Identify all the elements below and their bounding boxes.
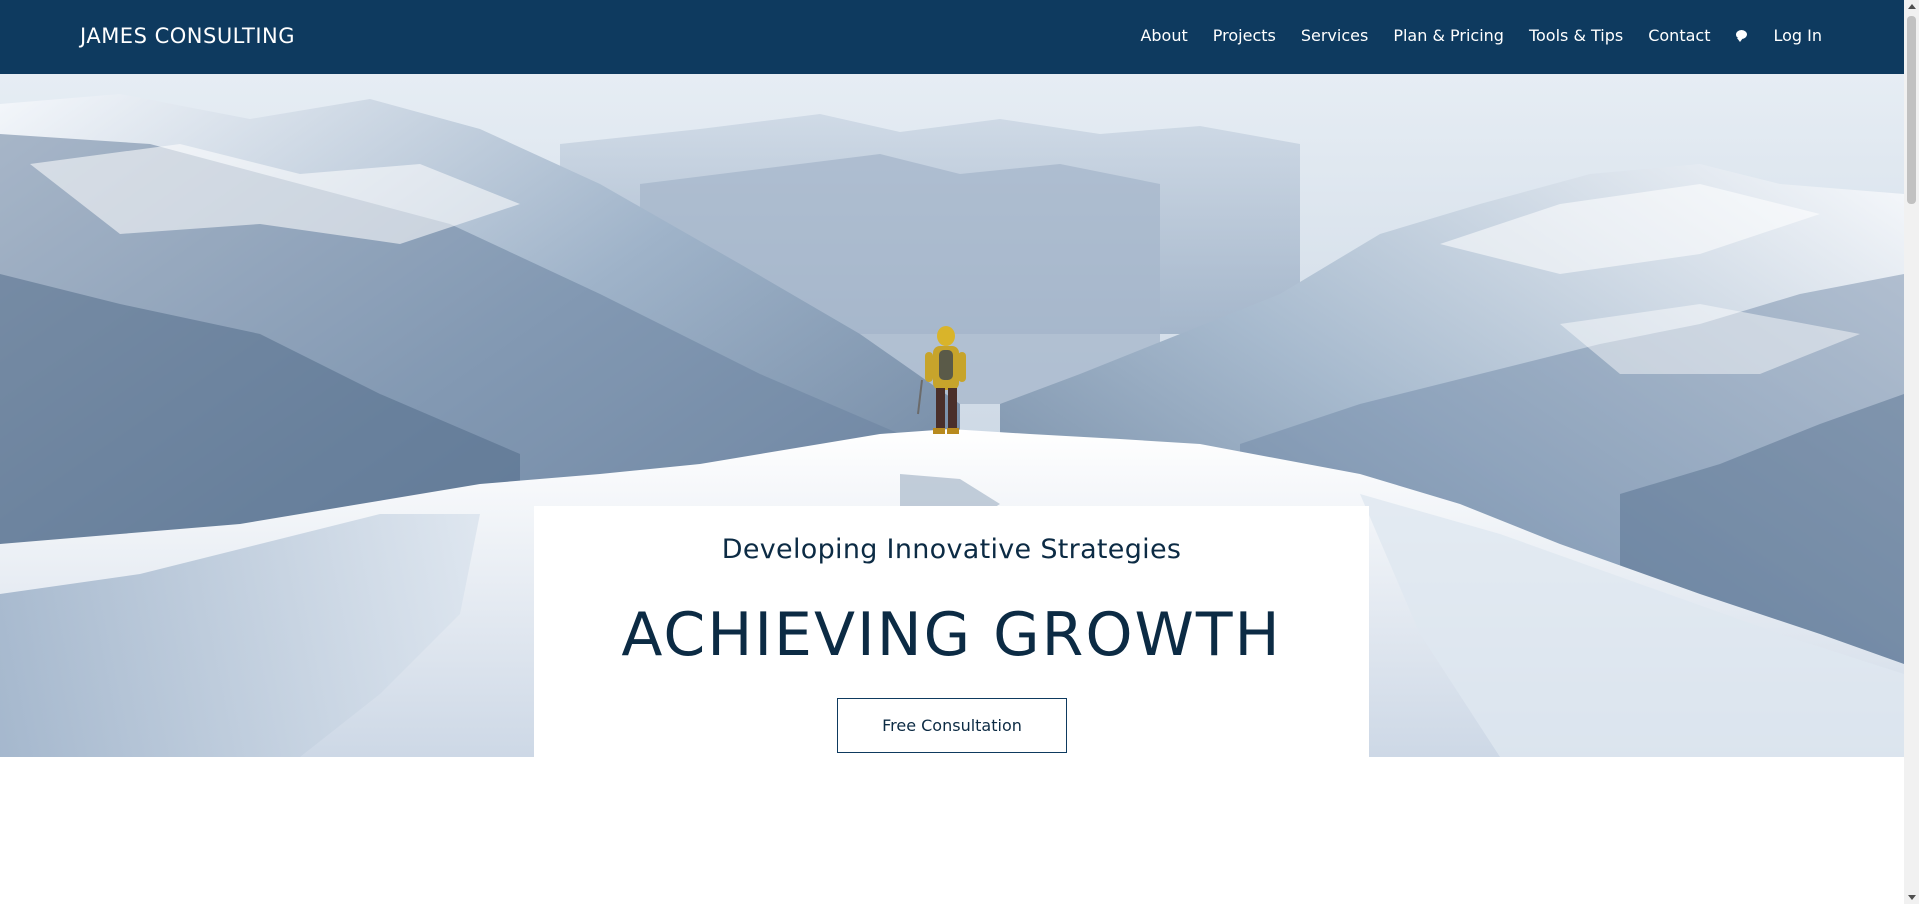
site-logo[interactable]: JAMES CONSULTING: [80, 24, 295, 48]
hero-subtitle: Developing Innovative Strategies: [721, 534, 1182, 565]
nav-contact[interactable]: Contact: [1648, 26, 1710, 45]
chat-bubble-icon[interactable]: [1735, 29, 1748, 42]
nav-services[interactable]: Services: [1301, 26, 1368, 45]
site-header: JAMES CONSULTING About Projects Services…: [0, 0, 1904, 74]
scroll-thumb[interactable]: [1907, 16, 1916, 204]
hero-section: Developing Innovative Strategies ACHIEVI…: [0, 74, 1904, 757]
free-consultation-button[interactable]: Free Consultation: [837, 698, 1067, 753]
page-scrollbar[interactable]: [1904, 0, 1919, 904]
scroll-up-icon[interactable]: [1908, 4, 1916, 9]
login-link[interactable]: Log In: [1773, 26, 1822, 45]
nav-plan-pricing[interactable]: Plan & Pricing: [1393, 26, 1504, 45]
main-nav: About Projects Services Plan & Pricing T…: [1140, 26, 1822, 45]
hero-card: Developing Innovative Strategies ACHIEVI…: [534, 506, 1369, 757]
hero-headline: ACHIEVING GROWTH: [621, 600, 1282, 670]
page: JAMES CONSULTING About Projects Services…: [0, 0, 1919, 904]
nav-tools-tips[interactable]: Tools & Tips: [1529, 26, 1623, 45]
scroll-down-icon[interactable]: [1908, 895, 1916, 900]
nav-projects[interactable]: Projects: [1213, 26, 1276, 45]
nav-about[interactable]: About: [1140, 26, 1187, 45]
